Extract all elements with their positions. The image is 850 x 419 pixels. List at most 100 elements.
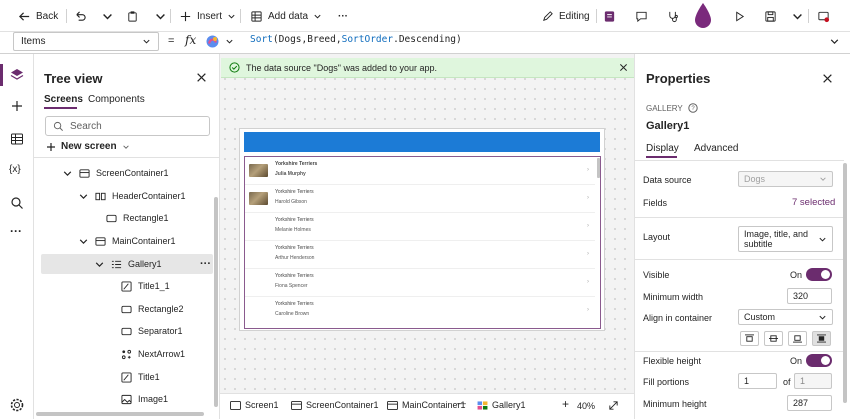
- tab-display[interactable]: Display: [646, 143, 679, 154]
- visible-toggle[interactable]: [806, 268, 832, 281]
- more-icon[interactable]: ···: [10, 224, 22, 238]
- tree-node-nextarrow1[interactable]: NextArrow1: [121, 344, 185, 364]
- breadcrumb-maincontainer1[interactable]: MainContainer1: [387, 400, 466, 410]
- control-type: GALLERY: [646, 103, 683, 113]
- tree-node-screencontainer1[interactable]: ScreenContainer1: [62, 163, 169, 183]
- node-more-button[interactable]: ···: [200, 258, 211, 270]
- close-properties-button[interactable]: [822, 73, 833, 84]
- tree-node-headercontainer1[interactable]: HeaderContainer1: [78, 186, 186, 206]
- tree-node-title1-1[interactable]: Title1_1: [121, 276, 170, 296]
- zoom-out-button[interactable]: —: [457, 398, 466, 408]
- help-icon[interactable]: ?: [688, 103, 698, 113]
- editing-mode-button[interactable]: Editing: [541, 0, 590, 32]
- align-select[interactable]: Custom: [738, 309, 833, 325]
- gallery-item[interactable]: Yorkshire Terriers Arthur Henderson ›: [245, 241, 595, 269]
- save-button[interactable]: [764, 0, 777, 32]
- gallery-item[interactable]: Yorkshire Terriers Fiona Spencer ›: [245, 269, 595, 297]
- app-checker-button[interactable]: [603, 0, 616, 32]
- layout-select[interactable]: Image, title, and subtitle: [738, 226, 833, 252]
- more-commands-button[interactable]: ···: [338, 0, 348, 32]
- align-start-button[interactable]: [740, 331, 759, 346]
- copilot-formula-button[interactable]: [205, 33, 241, 49]
- gallery-item[interactable]: Yorkshire Terriers Caroline Brown ›: [245, 297, 595, 325]
- close-tree-button[interactable]: [196, 72, 207, 83]
- fields-edit-link[interactable]: 7 selected: [792, 197, 835, 208]
- search-icon[interactable]: [9, 195, 25, 211]
- align-center-button[interactable]: [764, 331, 783, 346]
- tab-screens[interactable]: Screens: [44, 94, 83, 105]
- insert-button[interactable]: Insert: [179, 0, 236, 32]
- breadcrumb-screen1[interactable]: Screen1: [230, 400, 279, 410]
- chevron-down-icon: [819, 315, 826, 320]
- save-dropdown[interactable]: [791, 0, 804, 32]
- tree-node-image1[interactable]: Image1: [121, 389, 168, 409]
- breadcrumb-gallery1[interactable]: Gallery1: [477, 400, 526, 410]
- tree-horizontal-scrollbar[interactable]: [36, 412, 204, 416]
- align-stretch-button[interactable]: [812, 331, 831, 346]
- tree-node-maincontainer1[interactable]: MainContainer1: [78, 231, 176, 251]
- header-rectangle[interactable]: [244, 132, 600, 152]
- min-width-input[interactable]: 320: [787, 288, 832, 304]
- align-center-icon: [769, 335, 778, 342]
- close-icon[interactable]: [619, 63, 628, 72]
- search-icon: [53, 121, 63, 131]
- tree-node-label: Image1: [138, 394, 169, 404]
- align-end-button[interactable]: [788, 331, 807, 346]
- settings-gear-icon[interactable]: [9, 397, 25, 413]
- layers-icon[interactable]: [9, 67, 25, 83]
- insert-plus-icon[interactable]: [9, 98, 25, 114]
- tree-search-input[interactable]: Search: [45, 116, 210, 136]
- copilot-drop-icon[interactable]: [692, 2, 714, 30]
- tab-advanced[interactable]: Advanced: [694, 143, 738, 154]
- gallery-item[interactable]: Yorkshire Terriers Julia Murphy ›: [245, 157, 595, 185]
- tree-vertical-scrollbar[interactable]: [214, 197, 218, 407]
- fit-to-window-button[interactable]: [608, 400, 619, 411]
- comment-icon: [636, 11, 647, 22]
- add-data-button[interactable]: Add data: [250, 0, 322, 32]
- gallery-control[interactable]: Yorkshire Terriers Julia Murphy › Yorksh…: [244, 156, 601, 329]
- properties-scrollbar[interactable]: [843, 163, 847, 403]
- health-check-button[interactable]: [667, 0, 680, 32]
- gallery-item[interactable]: Yorkshire Terriers Harold Gibson ›: [245, 185, 595, 213]
- divider: [634, 160, 844, 161]
- min-height-label: Minimum height: [643, 399, 707, 409]
- container-icon: [95, 236, 106, 246]
- back-button[interactable]: Back: [18, 0, 58, 32]
- tree-node-rectangle1[interactable]: Rectangle1: [106, 208, 169, 228]
- zoom-in-button[interactable]: +: [562, 397, 569, 411]
- stethoscope-icon: [669, 11, 678, 22]
- undo-dropdown[interactable]: [101, 0, 114, 32]
- flex-height-toggle[interactable]: [806, 354, 832, 367]
- tree-node-separator1[interactable]: Separator1: [121, 321, 183, 341]
- tree-node-rectangle2[interactable]: Rectangle2: [121, 299, 184, 319]
- paste-button[interactable]: [126, 0, 139, 32]
- data-table-icon[interactable]: [9, 131, 25, 147]
- breadcrumb-screencontainer1[interactable]: ScreenContainer1: [291, 400, 379, 410]
- fill-portions-input[interactable]: 1: [738, 373, 777, 389]
- undo-button[interactable]: [74, 0, 87, 32]
- tree-node-label: NextArrow1: [138, 349, 186, 359]
- comments-button[interactable]: [635, 0, 648, 32]
- expand-formula-button[interactable]: [829, 36, 840, 47]
- fields-label: Fields: [643, 198, 668, 208]
- data-source-select[interactable]: Dogs: [738, 171, 833, 187]
- toolbar-divider: [170, 9, 171, 23]
- min-height-input[interactable]: 287: [787, 395, 832, 411]
- control-name[interactable]: Gallery1: [646, 120, 689, 132]
- property-selector[interactable]: Items: [13, 32, 159, 51]
- add-data-label: Add data: [268, 10, 309, 22]
- paste-icon: [128, 10, 137, 22]
- gallery-scrollbar[interactable]: [597, 158, 600, 178]
- publish-button[interactable]: [817, 0, 830, 32]
- preview-play-button[interactable]: [733, 0, 746, 32]
- chevron-down-icon: [122, 144, 129, 149]
- tab-components[interactable]: Components: [88, 94, 145, 105]
- tree-node-gallery1[interactable]: Gallery1: [94, 254, 162, 274]
- new-screen-button[interactable]: New screen: [46, 141, 130, 152]
- variables-icon[interactable]: {x}: [9, 164, 21, 175]
- paste-dropdown[interactable]: [154, 0, 167, 32]
- gallery-item[interactable]: Yorkshire Terriers Melanie Holmes ›: [245, 213, 595, 241]
- tree-node-title1[interactable]: Title1: [121, 367, 160, 387]
- chevron-down-icon: [819, 237, 826, 242]
- formula-input[interactable]: Sort(Dogs,Breed,SortOrder.Descending): [250, 34, 462, 45]
